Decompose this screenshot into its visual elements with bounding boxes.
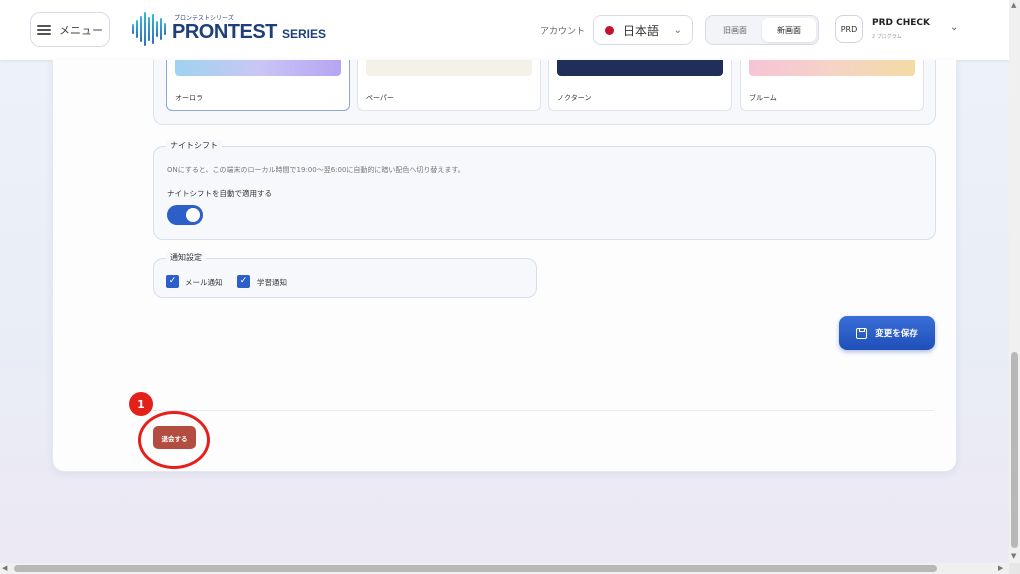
notification-legend: 通知設定	[166, 252, 206, 263]
theme-label: ペーパー	[366, 94, 394, 102]
theme-selector: オーロラ ペーパー ノクターン ブルーム	[153, 60, 936, 125]
annotation-step-badge: 1	[129, 392, 153, 416]
japan-flag-icon	[605, 25, 614, 35]
floppy-disk-icon	[856, 327, 868, 339]
learning-notification-checkbox[interactable]: ✓	[237, 275, 250, 288]
theme-option-bloom[interactable]: ブルーム	[740, 60, 924, 111]
section-divider	[141, 410, 934, 411]
checkmark-icon: ✓	[168, 276, 177, 286]
night-shift-toggle[interactable]	[167, 205, 203, 225]
save-changes-button[interactable]: 変更を保存	[839, 316, 935, 350]
scroll-down-arrow-icon[interactable]: ▼	[1011, 553, 1016, 560]
horizontal-scroll-thumb[interactable]	[14, 565, 937, 572]
prontest-logo[interactable]: プロンテストシリーズ PRONTEST SERIES	[132, 12, 326, 46]
night-shift-section: ナイトシフト ONにすると、この端末のローカル時間で19:00〜翌6:00に自動…	[153, 140, 936, 240]
theme-swatch	[557, 60, 723, 76]
logo-wordmark: PRONTEST SERIES	[172, 21, 326, 43]
scrollbar-corner	[1009, 563, 1020, 574]
language-value: 日本語	[623, 23, 660, 38]
top-header: メニュー プロンテストシリーズ PRONTEST SERIES アカウント 日本…	[0, 0, 1009, 60]
learning-notification-label: 学習通知	[257, 278, 287, 287]
theme-option-aurora[interactable]: オーロラ	[166, 60, 350, 111]
menu-label: メニュー	[59, 23, 103, 37]
language-select[interactable]: 日本語 ⌄	[593, 15, 693, 45]
email-notification-checkbox[interactable]: ✓	[166, 275, 179, 288]
theme-swatch	[175, 60, 341, 76]
vertical-scroll-thumb[interactable]	[1011, 352, 1018, 548]
scroll-left-arrow-icon[interactable]: ◀	[2, 565, 7, 572]
theme-label: オーロラ	[175, 94, 203, 102]
user-avatar[interactable]: PRD	[835, 15, 863, 43]
settings-card: オーロラ ペーパー ノクターン ブルーム ナイトシフト ONにすると、この端末の…	[52, 60, 957, 472]
theme-option-paper[interactable]: ペーパー	[357, 60, 541, 111]
theme-label: ノクターン	[557, 94, 592, 102]
user-program-count: 2 プログラム	[872, 34, 902, 40]
menu-button[interactable]: メニュー	[30, 12, 110, 47]
user-name[interactable]: PRD CHECK	[872, 18, 930, 28]
night-shift-toggle-label: ナイトシフトを自動で適用する	[167, 189, 272, 198]
user-menu-chevron-icon[interactable]: ⌄	[950, 22, 958, 33]
vertical-scrollbar[interactable]: ▲ ▼	[1009, 0, 1020, 563]
theme-swatch	[366, 60, 532, 76]
chevron-down-icon: ⌄	[673, 25, 682, 36]
notification-settings-section: 通知設定 ✓ メール通知 ✓ 学習通知	[153, 252, 537, 298]
logo-waveform-icon	[132, 12, 166, 46]
hamburger-icon	[37, 24, 51, 35]
screen-version-toggle: 旧画面 新画面	[705, 15, 819, 45]
theme-option-nocturne[interactable]: ノクターン	[548, 60, 732, 111]
scroll-right-arrow-icon[interactable]: ▶	[998, 565, 1003, 572]
theme-label: ブルーム	[749, 94, 777, 102]
toggle-knob	[186, 208, 200, 222]
new-screen-button[interactable]: 新画面	[762, 18, 816, 42]
night-shift-legend: ナイトシフト	[166, 140, 222, 151]
theme-swatch	[749, 60, 915, 76]
annotation-highlight-ring	[138, 411, 210, 469]
night-shift-description: ONにすると、この端末のローカル時間で19:00〜翌6:00に自動的に暗い配色へ…	[167, 166, 465, 174]
old-screen-button[interactable]: 旧画面	[708, 18, 762, 42]
email-notification-label: メール通知	[185, 278, 223, 287]
horizontal-scrollbar[interactable]: ◀ ▶	[0, 563, 1009, 574]
checkmark-icon: ✓	[239, 276, 248, 286]
save-button-label: 変更を保存	[875, 329, 918, 339]
scroll-up-arrow-icon[interactable]: ▲	[1011, 2, 1016, 9]
account-label: アカウント	[540, 27, 586, 37]
